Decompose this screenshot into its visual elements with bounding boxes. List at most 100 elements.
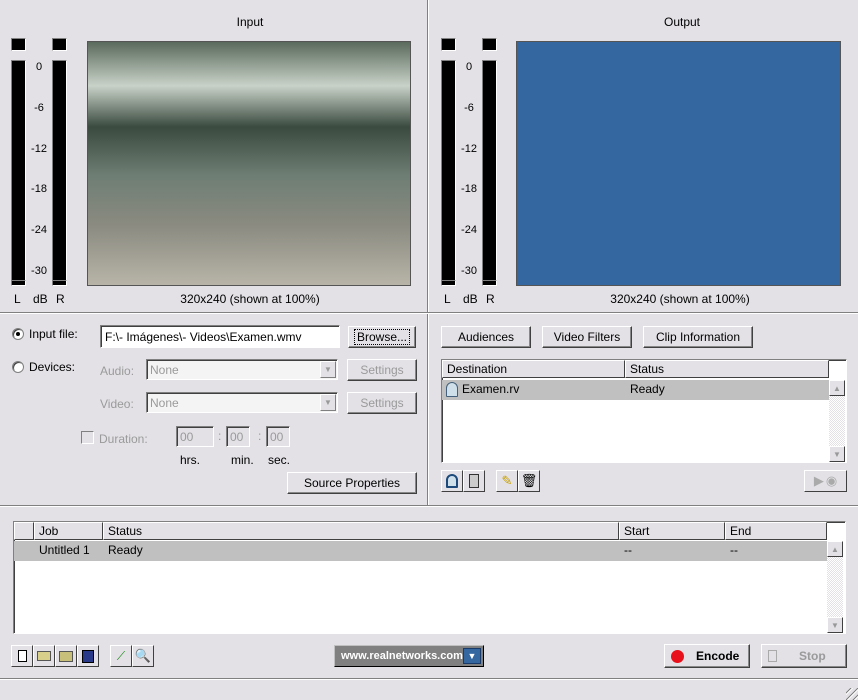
destination-scrollbar[interactable]: ▲ ▼: [829, 380, 845, 462]
jobs-list[interactable]: Job Status Start End Untitled 1 Ready --…: [13, 521, 846, 634]
db-tick-label: -18: [461, 183, 477, 196]
meter-label-right: R: [486, 292, 495, 306]
job-start: --: [624, 543, 632, 557]
job-status: Ready: [108, 543, 143, 557]
min-label: min.: [231, 453, 254, 467]
open-folder-icon: [37, 651, 51, 661]
folder-button[interactable]: [55, 645, 77, 667]
floppy-disk-icon: [82, 649, 94, 663]
colon: :: [218, 429, 222, 443]
jobs-scrollbar[interactable]: ▲ ▼: [827, 541, 843, 633]
pencil-icon: ✎: [501, 473, 513, 488]
db-tick-label: -12: [31, 142, 47, 155]
scroll-up-button[interactable]: ▲: [829, 380, 845, 396]
destination-list[interactable]: Destination Status Examen.rv Ready ▲ ▼: [441, 359, 847, 463]
column-header-status[interactable]: Status: [103, 522, 619, 540]
devices-radio[interactable]: [12, 361, 24, 373]
audiences-button[interactable]: Audiences: [441, 326, 531, 348]
scroll-down-button[interactable]: ▼: [829, 446, 845, 462]
job-end: --: [730, 543, 738, 557]
job-row[interactable]: Untitled 1 Ready -- --: [14, 541, 827, 561]
trash-icon: 🗑: [520, 473, 538, 488]
audio-settings-button[interactable]: Settings: [347, 359, 417, 381]
statistics-button[interactable]: ⟋: [110, 645, 132, 667]
website-dropdown[interactable]: www.realnetworks.com ▼: [334, 645, 484, 667]
colon: :: [258, 429, 262, 443]
column-header-end[interactable]: End: [725, 522, 827, 540]
db-tick-label: -24: [31, 224, 47, 237]
scroll-down-button[interactable]: ▼: [827, 617, 843, 633]
output-title: Output: [663, 15, 701, 29]
vertical-divider: [427, 0, 429, 505]
clip-information-button[interactable]: Clip Information: [643, 326, 753, 348]
column-header-select[interactable]: [14, 522, 34, 540]
column-header-status[interactable]: Status: [625, 360, 829, 378]
magnifier-icon: 🔍: [134, 648, 152, 663]
realmedia-icon: [446, 474, 458, 488]
server-icon: [469, 474, 479, 488]
audio-select[interactable]: None ▼: [146, 359, 338, 380]
browse-button[interactable]: Browse...: [348, 326, 416, 348]
video-select[interactable]: None ▼: [146, 392, 338, 413]
destination-status: Ready: [630, 382, 665, 396]
input-file-field[interactable]: F:\- Imágenes\- Videos\Examen.wmv: [100, 325, 340, 348]
play-destination-button[interactable]: ▶ ◉: [804, 470, 847, 492]
column-header-destination[interactable]: Destination: [442, 360, 625, 378]
input-file-radio[interactable]: [12, 328, 24, 340]
resize-grip[interactable]: [846, 688, 858, 700]
edit-destination-button[interactable]: ✎: [496, 470, 518, 492]
minutes-value: 00: [230, 430, 244, 444]
destination-name: Examen.rv: [462, 382, 520, 396]
browse-label: Browse...: [353, 329, 411, 345]
peak-indicator-left: [11, 280, 26, 286]
db-tick-label: -12: [461, 142, 477, 155]
peak-indicator-right: [482, 280, 497, 286]
peak-indicator-right: [52, 280, 67, 286]
level-meter-left: [441, 60, 456, 282]
new-job-button[interactable]: [11, 645, 33, 667]
stop-label: Stop: [799, 649, 826, 663]
sec-label: sec.: [268, 453, 291, 467]
meter-label-db: dB: [463, 292, 478, 306]
realmedia-file-icon: [446, 382, 458, 397]
column-header-start[interactable]: Start: [619, 522, 725, 540]
input-video-preview: [87, 41, 411, 286]
record-icon: [671, 649, 684, 663]
devices-label: Devices:: [29, 360, 76, 374]
column-header-job[interactable]: Job: [34, 522, 103, 540]
input-file-value: F:\- Imágenes\- Videos\Examen.wmv: [105, 330, 302, 344]
video-label: Video:: [100, 397, 134, 411]
level-meter-left: [11, 60, 26, 282]
new-document-icon: [17, 650, 27, 662]
db-tick-label: -30: [461, 265, 477, 277]
hrs-label: hrs.: [180, 453, 201, 467]
db-tick-label: -6: [34, 101, 44, 114]
duration-checkbox[interactable]: [81, 431, 94, 444]
db-tick-label: -18: [31, 183, 47, 196]
seconds-field[interactable]: 00: [266, 426, 290, 447]
hours-field[interactable]: 00: [176, 426, 214, 447]
duration-label: Duration:: [99, 432, 148, 446]
encode-button[interactable]: Encode: [664, 644, 750, 668]
add-realmedia-destination-button[interactable]: [441, 470, 463, 492]
source-properties-button[interactable]: Source Properties: [287, 472, 417, 494]
scroll-up-button[interactable]: ▲: [827, 541, 843, 557]
website-label: www.realnetworks.com: [341, 650, 463, 662]
video-filters-button[interactable]: Video Filters: [542, 326, 632, 348]
inspect-button[interactable]: 🔍: [132, 645, 154, 667]
add-server-destination-button[interactable]: [463, 470, 485, 492]
delete-destination-button[interactable]: 🗑: [518, 470, 540, 492]
open-job-button[interactable]: [33, 645, 55, 667]
hours-value: 00: [180, 430, 194, 444]
input-file-label: Input file:: [29, 327, 78, 341]
save-job-button[interactable]: [77, 645, 99, 667]
output-video-preview: [516, 41, 841, 286]
stop-button[interactable]: Stop: [761, 644, 847, 668]
db-tick-label: -24: [461, 224, 477, 237]
video-settings-button[interactable]: Settings: [347, 392, 417, 414]
job-name: Untitled 1: [39, 543, 90, 557]
peak-indicator-left: [441, 280, 456, 286]
minutes-field[interactable]: 00: [226, 426, 250, 447]
destination-row[interactable]: Examen.rv Ready: [442, 380, 829, 400]
level-meter-right: [482, 60, 497, 282]
